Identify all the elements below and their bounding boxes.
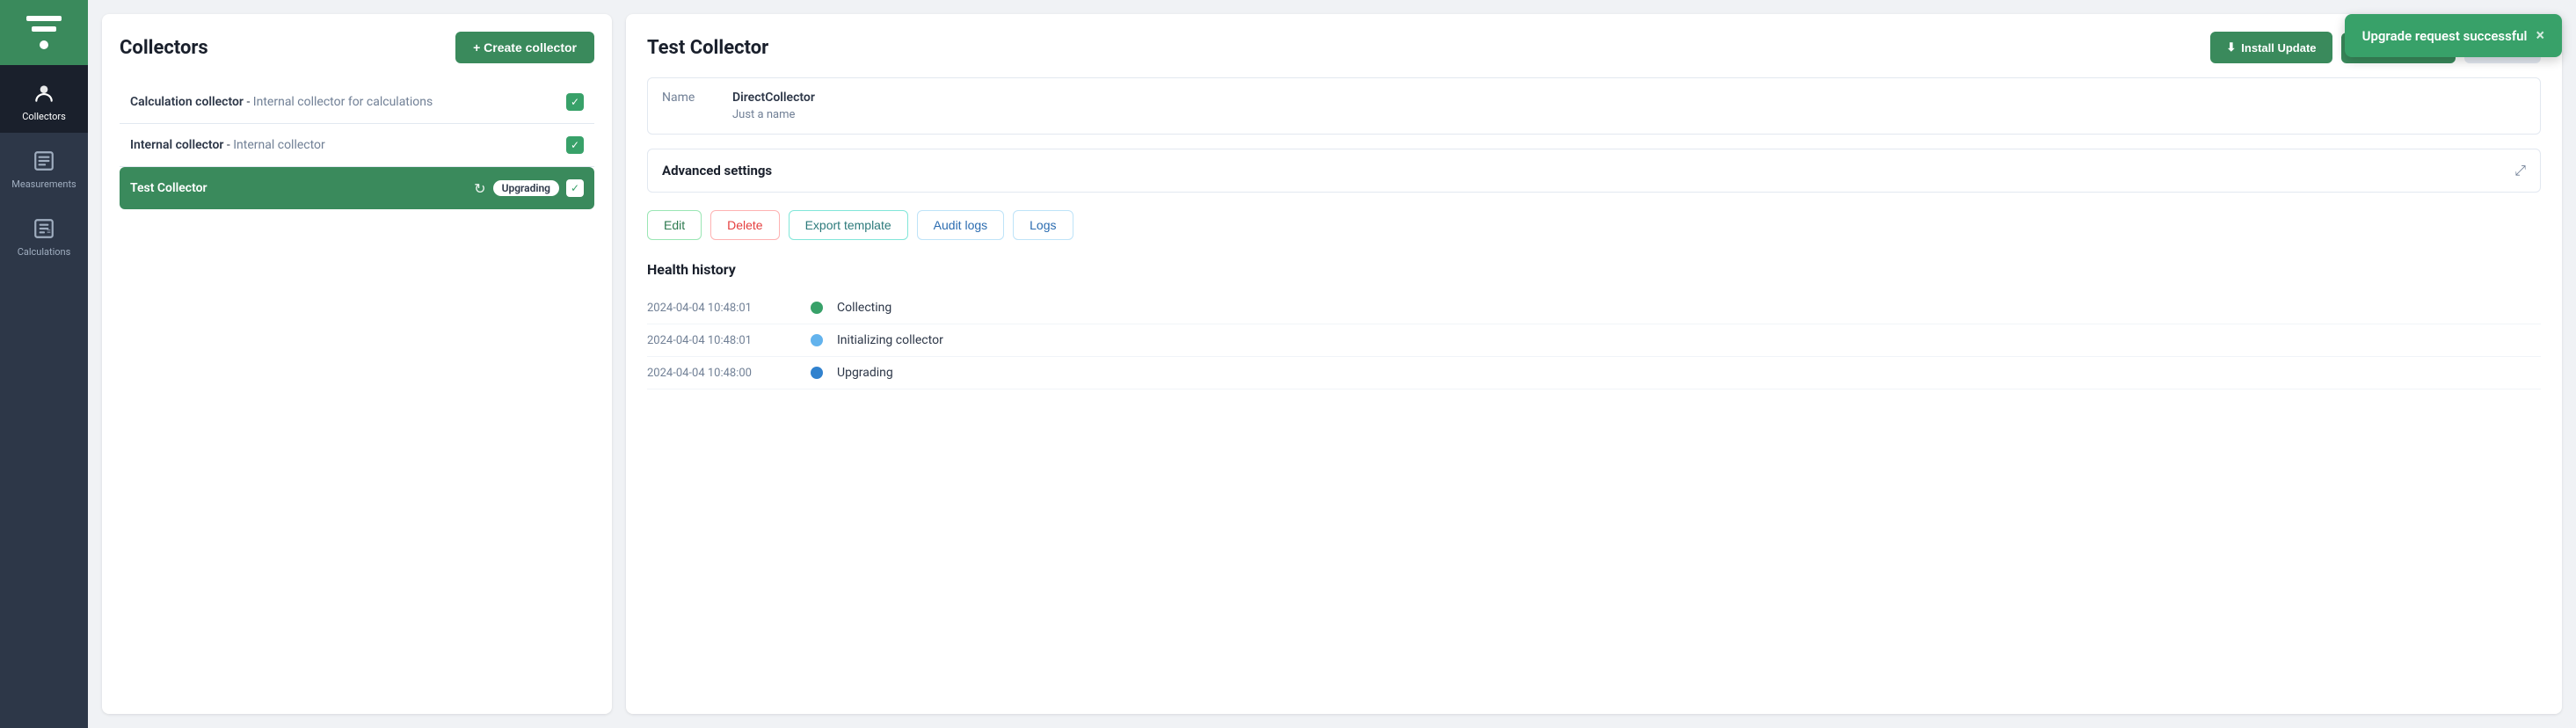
sidebar-item-calculations[interactable]: ≡ Calculations [0, 200, 88, 268]
collector-item-calculation-sep: - [244, 95, 253, 109]
health-timestamp-2: 2024-04-04 10:48:00 [647, 367, 797, 380]
advanced-settings-title: Advanced settings [662, 163, 772, 178]
toast-notification: Upgrade request successful × [2345, 14, 2562, 57]
name-row: Name DirectCollector Just a name [647, 77, 2541, 135]
health-row-0: 2024-04-04 10:48:01 Collecting [647, 292, 2541, 324]
sidebar: Collectors Measurements ≡ Calculations [0, 0, 88, 728]
name-value-main: DirectCollector [732, 91, 815, 105]
name-label: Name [662, 91, 715, 105]
sidebar-item-measurements[interactable]: Measurements [0, 133, 88, 200]
health-timestamp-1: 2024-04-04 10:48:01 [647, 334, 797, 347]
sidebar-item-collectors-label: Collectors [22, 111, 66, 122]
health-row-2: 2024-04-04 10:48:00 Upgrading [647, 357, 2541, 389]
health-dot-2 [811, 367, 823, 379]
sidebar-item-measurements-label: Measurements [11, 178, 76, 190]
action-buttons-row: Edit Delete Export template Audit logs L… [647, 210, 2541, 240]
collector-item-test-name: Test Collector [130, 181, 207, 195]
collector-item-test[interactable]: Test Collector ↻ Upgrading ✓ [120, 167, 594, 209]
health-dot-1 [811, 334, 823, 346]
install-update-button[interactable]: ⬇ Install Update [2210, 32, 2332, 63]
name-value-col: DirectCollector Just a name [732, 91, 815, 121]
edit-button[interactable]: Edit [647, 210, 702, 240]
detail-title: Test Collector [647, 37, 768, 59]
collector-item-calculation-desc: Internal collector for calculations [253, 95, 433, 109]
collectors-panel-title: Collectors [120, 37, 208, 59]
collector-item-internal-text: Internal collector - Internal collector [130, 138, 325, 152]
create-collector-button[interactable]: + Create collector [455, 32, 594, 63]
collectors-icon [32, 81, 56, 106]
health-status-1: Initializing collector [837, 333, 943, 347]
collector-item-internal-check: ✓ [566, 136, 584, 154]
collector-item-internal-name: Internal collector [130, 138, 223, 152]
install-update-label: Install Update [2241, 41, 2316, 55]
detail-panel: Test Collector ⬇ Install Update Generate… [626, 14, 2562, 714]
health-section: Health history 2024-04-04 10:48:01 Colle… [647, 261, 2541, 389]
sidebar-logo [0, 0, 88, 65]
toast-message: Upgrade request successful [2362, 28, 2528, 44]
collectors-panel: Collectors + Create collector Calculatio… [102, 14, 612, 714]
health-row-1: 2024-04-04 10:48:01 Initializing collect… [647, 324, 2541, 357]
toast-close-button[interactable]: × [2536, 26, 2544, 45]
logo-bar-1 [26, 16, 62, 21]
health-status-0: Collecting [837, 301, 891, 315]
export-template-button[interactable]: Export template [789, 210, 908, 240]
delete-button[interactable]: Delete [710, 210, 779, 240]
measurements-icon [32, 149, 56, 173]
health-status-2: Upgrading [837, 366, 893, 380]
sidebar-item-calculations-label: Calculations [18, 246, 71, 258]
logo-dot [40, 40, 48, 49]
detail-header: Test Collector ⬇ Install Update Generate… [647, 32, 2541, 63]
health-history-title: Health history [647, 261, 2541, 278]
collector-item-internal-sep: - [223, 138, 233, 152]
install-icon: ⬇ [2226, 40, 2236, 55]
collector-item-internal-icons: ✓ [566, 136, 584, 154]
health-dot-0 [811, 302, 823, 314]
refresh-icon: ↻ [474, 180, 485, 197]
calculations-icon: ≡ [32, 216, 56, 241]
collector-item-internal[interactable]: Internal collector - Internal collector … [120, 124, 594, 167]
name-value-sub: Just a name [732, 108, 815, 121]
expand-icon: ⤢ [2514, 162, 2526, 179]
sidebar-item-collectors[interactable]: Collectors [0, 65, 88, 133]
collector-item-internal-desc: Internal collector [233, 138, 325, 152]
svg-text:≡: ≡ [47, 227, 51, 235]
collector-item-test-icons: ↻ Upgrading ✓ [474, 179, 584, 197]
collector-item-test-check: ✓ [566, 179, 584, 197]
collector-item-test-text: Test Collector [130, 181, 207, 195]
collector-item-calculation-name: Calculation collector [130, 95, 244, 109]
health-timestamp-0: 2024-04-04 10:48:01 [647, 302, 797, 315]
collector-item-calculation[interactable]: Calculation collector - Internal collect… [120, 81, 594, 124]
logs-button[interactable]: Logs [1013, 210, 1073, 240]
collectors-header: Collectors + Create collector [120, 32, 594, 63]
advanced-settings[interactable]: Advanced settings ⤢ [647, 149, 2541, 193]
collector-item-calculation-text: Calculation collector - Internal collect… [130, 95, 433, 109]
collector-item-calculation-icons: ✓ [566, 93, 584, 111]
logo-bar-2 [32, 26, 56, 32]
main-content: Collectors + Create collector Calculatio… [88, 0, 2576, 728]
collector-item-calculation-check: ✓ [566, 93, 584, 111]
upgrading-badge: Upgrading [493, 180, 559, 196]
audit-logs-button[interactable]: Audit logs [917, 210, 1004, 240]
